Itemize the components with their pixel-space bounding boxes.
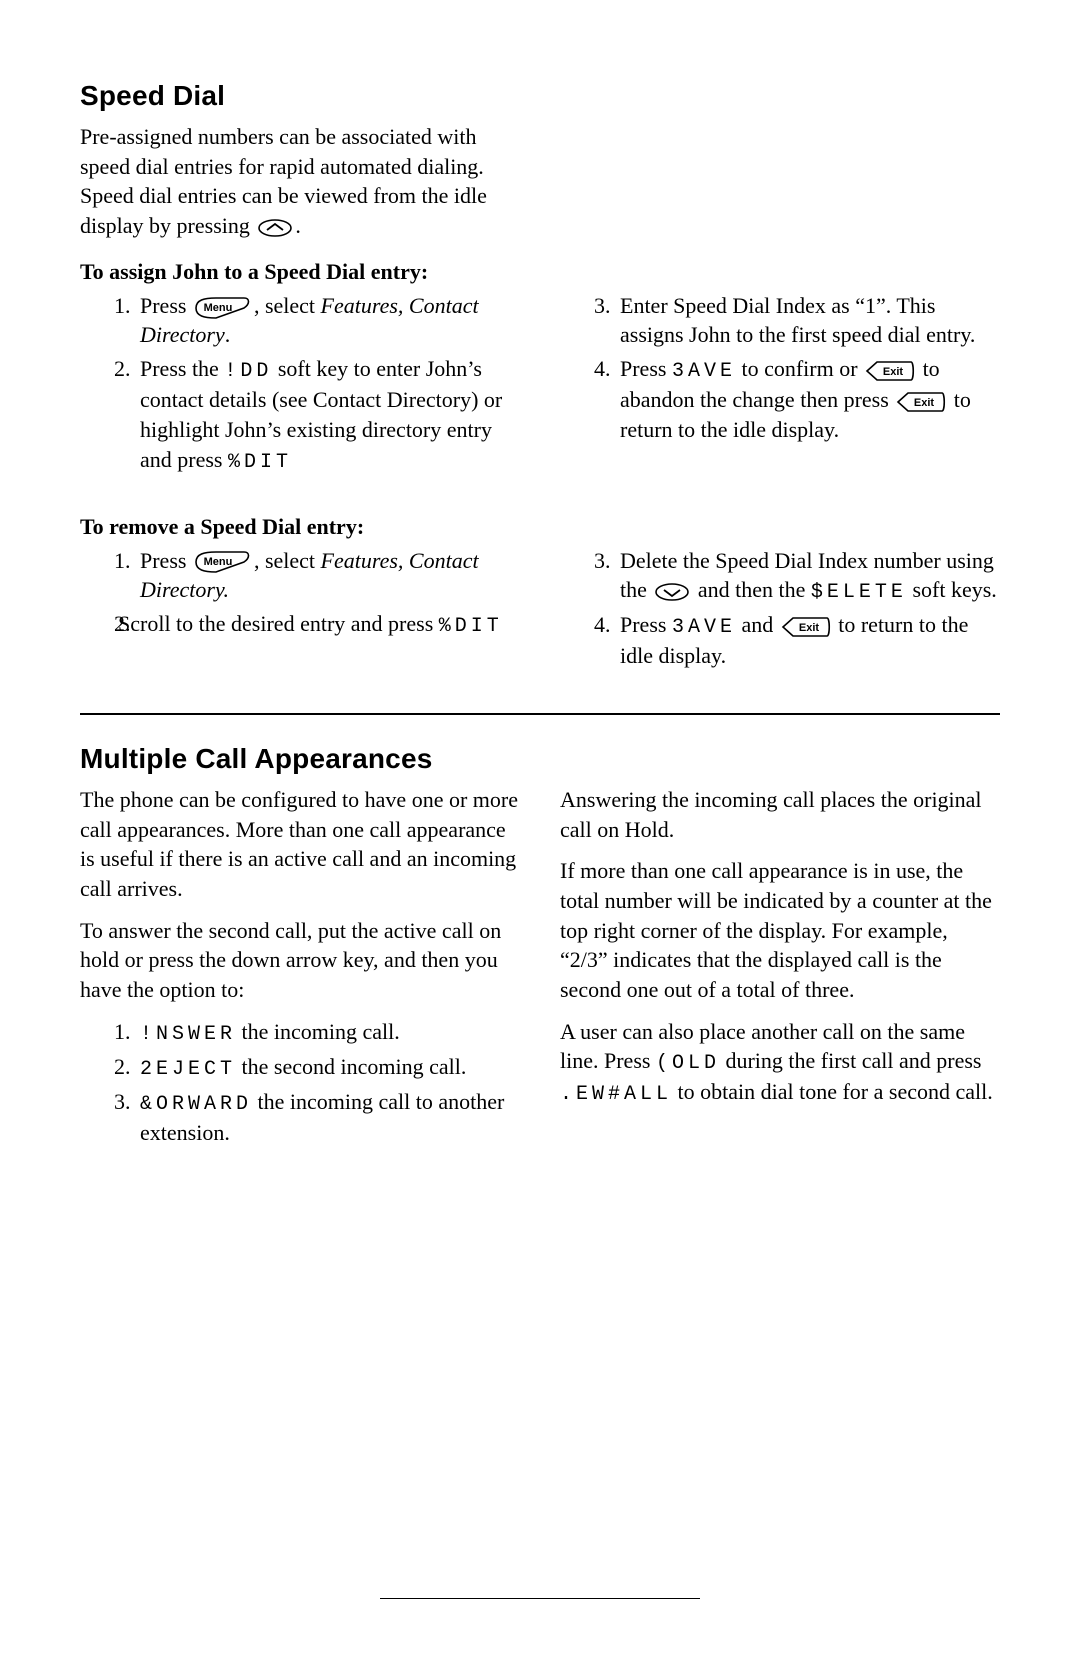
mca-p4: If more than one call appearance is in u… — [560, 856, 1000, 1004]
exit-button-icon: Exit — [865, 360, 915, 382]
svg-text:Exit: Exit — [799, 622, 820, 634]
exit-button-icon: Exit — [781, 616, 831, 638]
remove-step-2: Scroll to the desired entry and press %D… — [136, 609, 520, 640]
remove-step-1: Press Menu , select Features, Contact Di… — [136, 546, 520, 605]
text: soft keys. — [907, 577, 997, 602]
softkey-forward: &ORWARD — [140, 1093, 252, 1116]
exit-button-icon: Exit — [896, 391, 946, 413]
softkey-save: 3AVE — [672, 616, 736, 639]
softkey-save: 3AVE — [672, 360, 736, 383]
assign-step-2: Press the !DD soft key to enter John’s c… — [136, 354, 520, 475]
softkey-delete: $ELETE — [811, 581, 907, 604]
text: Scroll to the desired entry and press — [118, 611, 439, 636]
softkey-newcall: .EW#ALL — [560, 1083, 672, 1106]
footer-rule — [380, 1598, 700, 1599]
menu-button-icon: Menu — [194, 550, 252, 574]
softkey-edit: %DIT — [439, 615, 503, 638]
assign-step-3: Enter Speed Dial Index as “1”. This assi… — [616, 291, 1000, 350]
remove-col-right: Delete the Speed Dial Index number using… — [560, 546, 1000, 681]
text: to obtain dial tone for a second call. — [672, 1079, 993, 1104]
mca-opt-2: 2EJECT the second incoming call. — [136, 1052, 520, 1083]
remove-step-3: Delete the Speed Dial Index number using… — [616, 546, 1000, 607]
text: to confirm or — [736, 356, 863, 381]
heading-mca: Multiple Call Appearances — [80, 743, 1000, 775]
heading-speed-dial: Speed Dial — [80, 80, 1000, 112]
mca-p1: The phone can be configured to have one … — [80, 785, 520, 904]
text: Press — [620, 356, 672, 381]
text: Press — [140, 548, 192, 573]
softkey-hold: (OLD — [656, 1052, 720, 1075]
text: , select — [254, 293, 321, 318]
section-divider — [80, 713, 1000, 715]
softkey-answer: !NSWER — [140, 1023, 236, 1046]
assign-subhead: To assign John to a Speed Dial entry: — [80, 259, 1000, 285]
speed-dial-intro: Pre-assigned numbers can be associated w… — [80, 122, 500, 241]
text: the incoming call. — [236, 1019, 400, 1044]
softkey-reject: 2EJECT — [140, 1058, 236, 1081]
mca-opt-1: !NSWER the incoming call. — [136, 1017, 520, 1048]
text: during the first call and press — [720, 1048, 982, 1073]
svg-text:Exit: Exit — [883, 366, 904, 378]
softkey-edit: %DIT — [228, 451, 292, 474]
mca-p5: A user can also place another call on th… — [560, 1017, 1000, 1109]
text: Press — [620, 612, 672, 637]
text: and then the — [692, 577, 811, 602]
text: , select — [254, 548, 321, 573]
remove-step-4: Press 3AVE and Exit to return to the idl… — [616, 610, 1000, 671]
down-arrow-icon — [654, 582, 690, 602]
text: . — [225, 322, 231, 347]
intro-text-after: . — [295, 213, 301, 238]
svg-text:Menu: Menu — [204, 302, 233, 314]
softkey-add: !DD — [224, 360, 272, 383]
remove-col-left: Press Menu , select Features, Contact Di… — [80, 546, 520, 681]
assign-columns: Press Menu , select Features, Contact Di… — [80, 291, 1000, 486]
mca-columns: The phone can be configured to have one … — [80, 785, 1000, 1158]
manual-page: Speed Dial Pre-assigned numbers can be a… — [0, 0, 1080, 1669]
assign-col-right: Enter Speed Dial Index as “1”. This assi… — [560, 291, 1000, 486]
text: Press — [140, 293, 192, 318]
mca-p2: To answer the second call, put the activ… — [80, 916, 520, 1005]
assign-col-left: Press Menu , select Features, Contact Di… — [80, 291, 520, 486]
menu-button-icon: Menu — [194, 296, 252, 320]
mca-p3: Answering the incoming call places the o… — [560, 785, 1000, 844]
up-arrow-icon — [257, 218, 293, 238]
mca-opt-3: &ORWARD the incoming call to another ext… — [136, 1087, 520, 1148]
svg-text:Exit: Exit — [914, 397, 935, 409]
text: Enter Speed Dial Index as “1”. This assi… — [620, 293, 975, 348]
remove-columns: Press Menu , select Features, Contact Di… — [80, 546, 1000, 681]
mca-col-left: The phone can be configured to have one … — [80, 785, 520, 1158]
text: Press the — [140, 356, 224, 381]
mca-col-right: Answering the incoming call places the o… — [560, 785, 1000, 1158]
assign-step-1: Press Menu , select Features, Contact Di… — [136, 291, 520, 350]
text: and — [736, 612, 779, 637]
svg-text:Menu: Menu — [204, 556, 233, 568]
text: the second incoming call. — [236, 1054, 466, 1079]
remove-subhead: To remove a Speed Dial entry: — [80, 514, 1000, 540]
assign-step-4: Press 3AVE to confirm or Exit to abandon… — [616, 354, 1000, 444]
